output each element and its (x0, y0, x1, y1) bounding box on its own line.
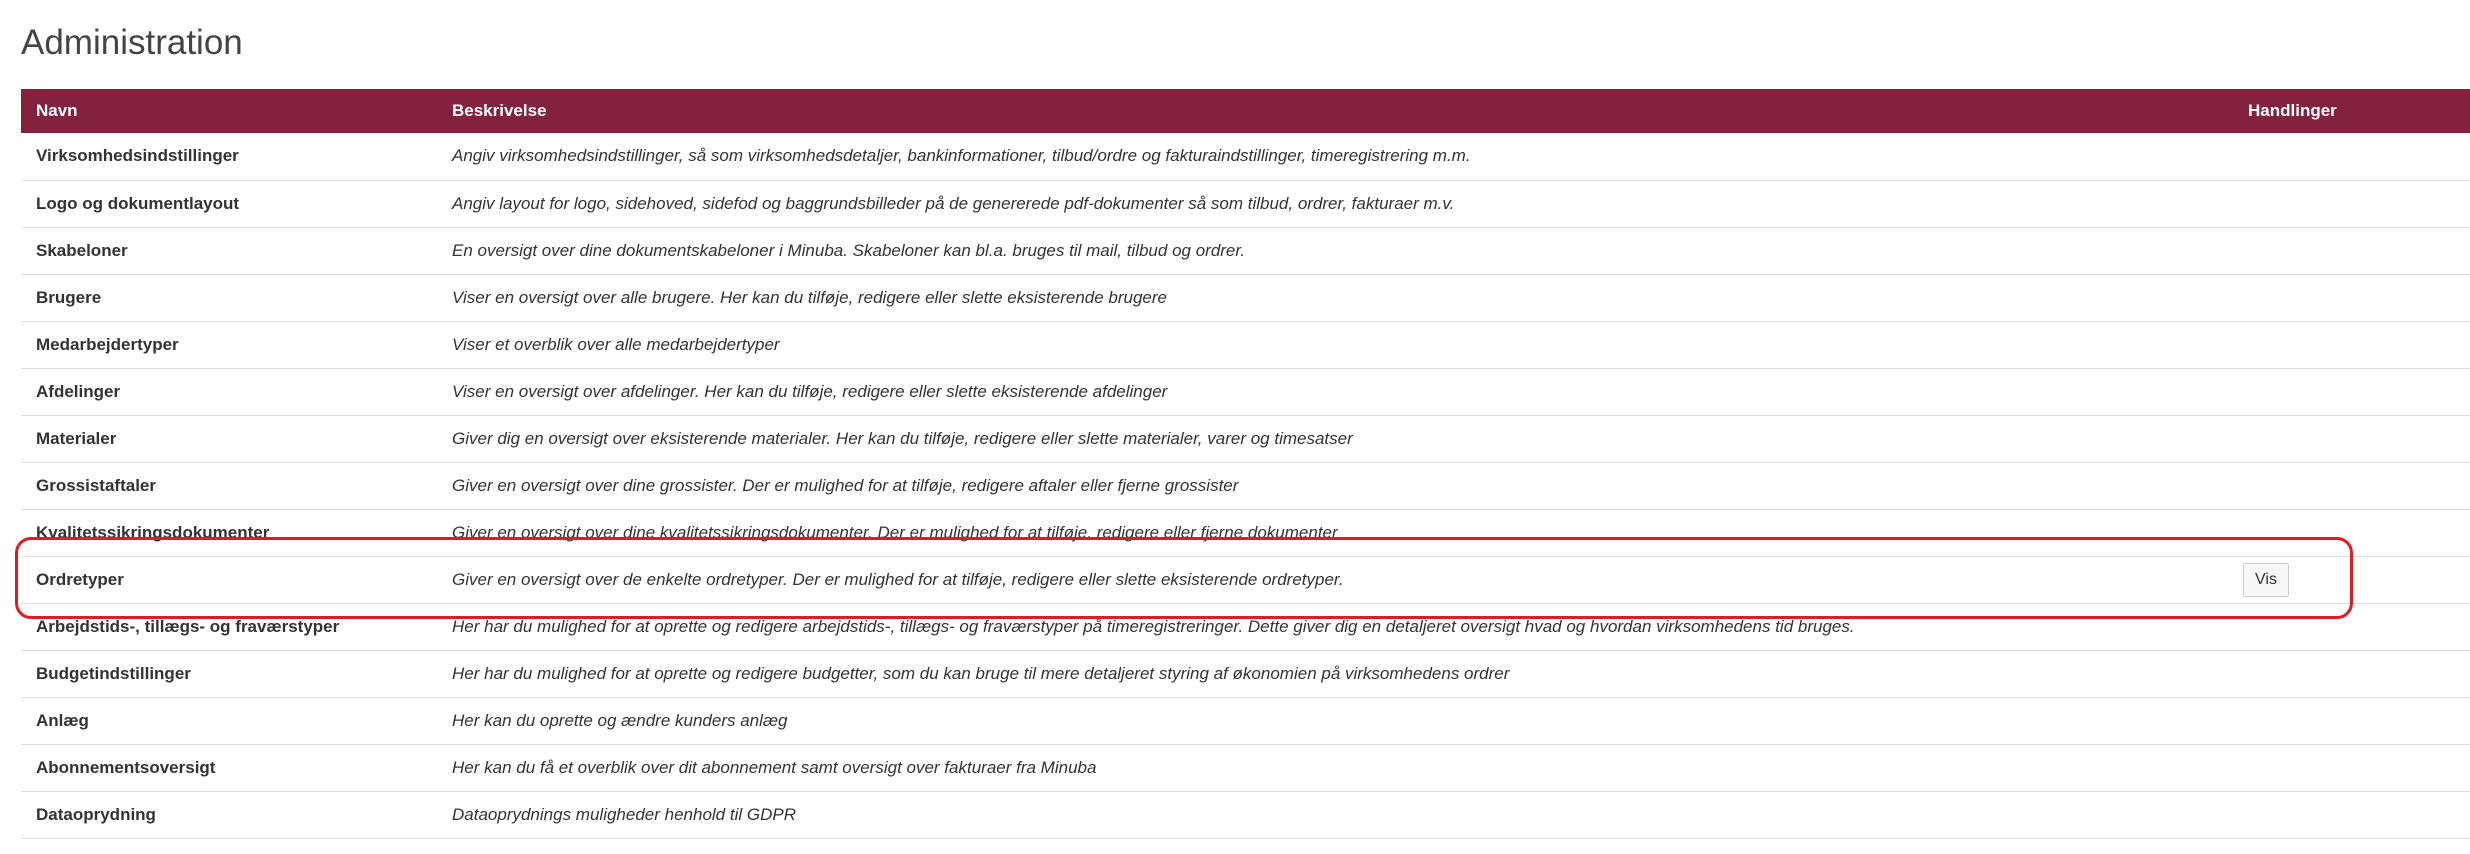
row-actions (2233, 462, 2470, 509)
row-actions (2233, 509, 2470, 556)
column-header-name: Navn (36, 101, 78, 120)
row-description: Giver en oversigt over de enkelte ordret… (452, 569, 1344, 589)
row-actions (2233, 133, 2470, 180)
table-header-row: Navn Beskrivelse Handlinger (21, 89, 2470, 133)
column-header-description: Beskrivelse (452, 101, 547, 120)
row-actions (2233, 227, 2470, 274)
row-description: Giver en oversigt over dine grossister. … (452, 475, 1239, 495)
row-name[interactable]: Grossistaftaler (21, 462, 437, 509)
row-description: Her har du mulighed for at oprette og re… (452, 616, 1855, 636)
row-description: Viser en oversigt over afdelinger. Her k… (452, 381, 1168, 401)
table-row[interactable]: Kvalitetssikringsdokumenter Giver en ove… (21, 509, 2470, 556)
table-row[interactable]: Budgetindstillinger Her har du mulighed … (21, 650, 2470, 697)
table-row[interactable]: Brugere Viser en oversigt over alle brug… (21, 274, 2470, 321)
row-name[interactable]: Virksomhedsindstillinger (21, 133, 437, 180)
row-actions: Vis (2233, 556, 2470, 603)
row-description: Her kan du oprette og ændre kunders anlæ… (452, 710, 788, 730)
row-description: Her kan du få et overblik over dit abonn… (452, 757, 1097, 777)
row-actions (2233, 321, 2470, 368)
row-name[interactable]: Logo og dokumentlayout (21, 180, 437, 227)
row-actions (2233, 368, 2470, 415)
row-name[interactable]: Brugere (21, 274, 437, 321)
table-row[interactable]: Materialer Giver dig en oversigt over ek… (21, 415, 2470, 462)
administration-table: Navn Beskrivelse Handlinger Virksomhedsi… (21, 89, 2470, 839)
table-row[interactable]: Anlæg Her kan du oprette og ændre kunder… (21, 697, 2470, 744)
row-actions (2233, 791, 2470, 838)
row-description: Viser en oversigt over alle brugere. Her… (452, 287, 1167, 307)
row-description: Dataoprydnings muligheder henhold til GD… (452, 804, 796, 824)
row-name[interactable]: Ordretyper (21, 556, 437, 603)
row-actions (2233, 697, 2470, 744)
row-name[interactable]: Arbejdstids-, tillægs- og fraværstyper (21, 603, 437, 650)
row-name[interactable]: Abonnementsoversigt (21, 744, 437, 791)
row-name[interactable]: Dataoprydning (21, 791, 437, 838)
row-actions (2233, 650, 2470, 697)
row-description: Giver en oversigt over dine kvalitetssik… (452, 522, 1338, 542)
table-row[interactable]: Logo og dokumentlayout Angiv layout for … (21, 180, 2470, 227)
table-row[interactable]: Grossistaftaler Giver en oversigt over d… (21, 462, 2470, 509)
table-row[interactable]: Medarbejdertyper Viser et overblik over … (21, 321, 2470, 368)
vis-button[interactable]: Vis (2243, 562, 2289, 597)
row-name[interactable]: Materialer (21, 415, 437, 462)
table-row[interactable]: Virksomhedsindstillinger Angiv virksomhe… (21, 133, 2470, 180)
table-row[interactable]: Afdelinger Viser en oversigt over afdeli… (21, 368, 2470, 415)
table-row[interactable]: Skabeloner En oversigt over dine dokumen… (21, 227, 2470, 274)
row-name[interactable]: Skabeloner (21, 227, 437, 274)
row-actions (2233, 744, 2470, 791)
row-description: Angiv virksomhedsindstillinger, så som v… (452, 146, 1471, 166)
row-actions (2233, 274, 2470, 321)
row-name[interactable]: Medarbejdertyper (21, 321, 437, 368)
row-description: Angiv layout for logo, sidehoved, sidefo… (452, 193, 1455, 213)
row-actions (2233, 603, 2470, 650)
row-name[interactable]: Afdelinger (21, 368, 437, 415)
row-actions (2233, 415, 2470, 462)
table-header: Navn Beskrivelse Handlinger (21, 89, 2470, 133)
row-name[interactable]: Anlæg (21, 697, 437, 744)
table-row-ordretyper[interactable]: Ordretyper Giver en oversigt over de enk… (21, 556, 2470, 603)
row-actions (2233, 180, 2470, 227)
row-description: En oversigt over dine dokumentskabeloner… (452, 240, 1246, 260)
table-row[interactable]: Abonnementsoversigt Her kan du få et ove… (21, 744, 2470, 791)
page-title: Administration (21, 23, 243, 62)
row-description: Her har du mulighed for at oprette og re… (452, 663, 1510, 683)
row-name[interactable]: Budgetindstillinger (21, 650, 437, 697)
row-description: Viser et overblik over alle medarbejdert… (452, 334, 780, 354)
table-row[interactable]: Dataoprydning Dataoprydnings muligheder … (21, 791, 2470, 838)
row-name[interactable]: Kvalitetssikringsdokumenter (21, 509, 437, 556)
administration-table-wrap: Navn Beskrivelse Handlinger Virksomhedsi… (21, 89, 2470, 839)
column-header-actions: Handlinger (2248, 101, 2337, 120)
table-body: Virksomhedsindstillinger Angiv virksomhe… (21, 133, 2470, 838)
table-row[interactable]: Arbejdstids-, tillægs- og fraværstyper H… (21, 603, 2470, 650)
row-description: Giver dig en oversigt over eksisterende … (452, 428, 1353, 448)
